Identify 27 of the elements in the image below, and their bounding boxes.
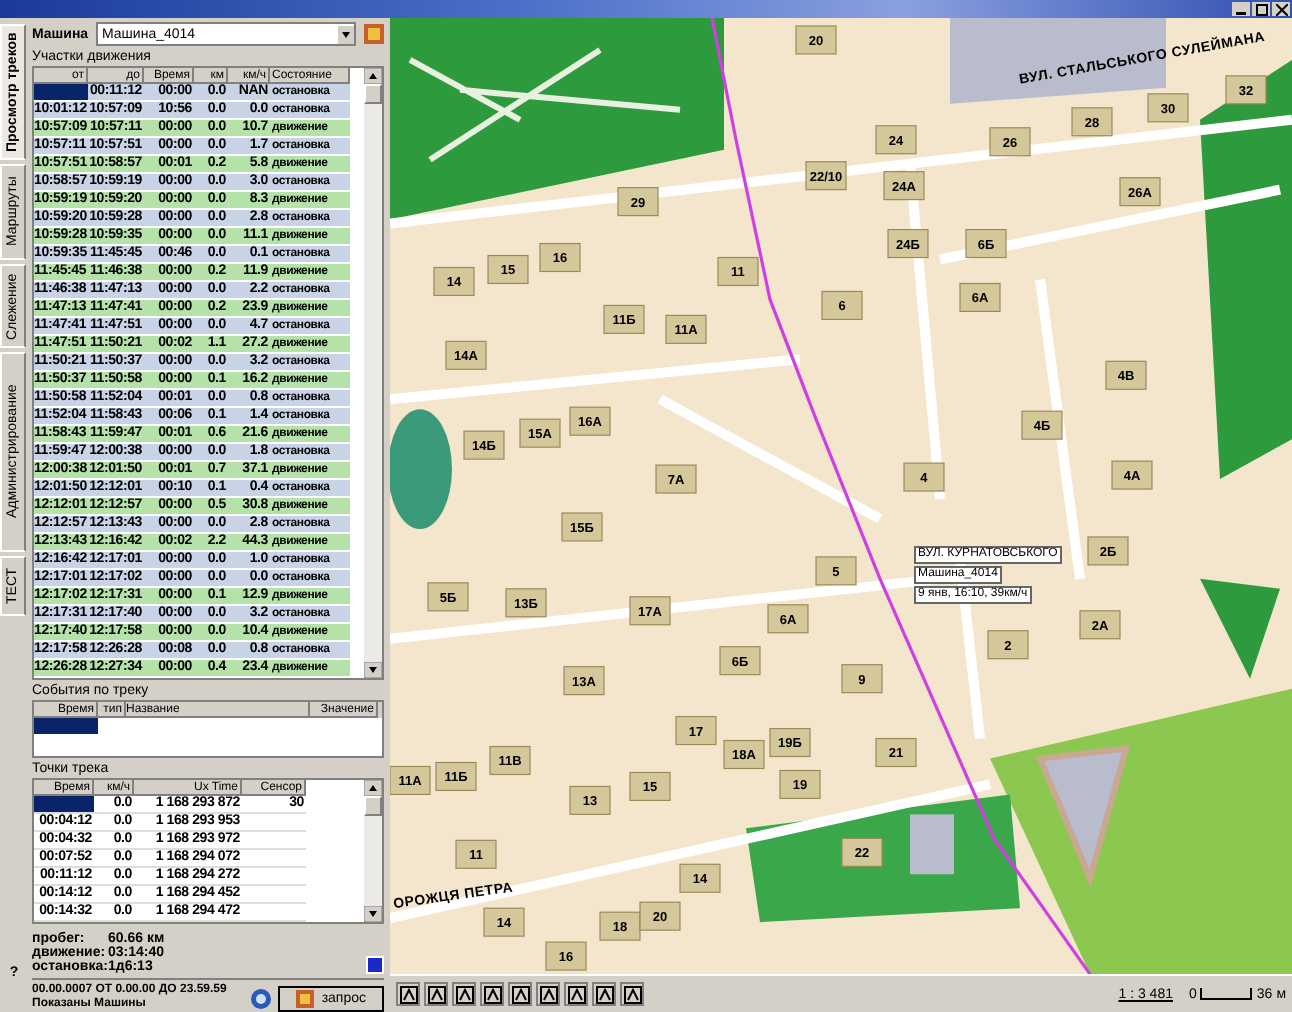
scroll-thumb[interactable]: [364, 796, 382, 816]
scale-bar-icon: [1200, 988, 1253, 1001]
query-icon: [295, 989, 314, 1007]
close-button[interactable]: [1272, 2, 1290, 16]
globe-icon[interactable]: [249, 987, 272, 1009]
scrollbar[interactable]: [364, 780, 382, 922]
map-tool-button[interactable]: [396, 982, 420, 1007]
map-tool-button[interactable]: [424, 982, 448, 1007]
map-tool-button[interactable]: [620, 982, 644, 1007]
map-tool-button[interactable]: [480, 982, 504, 1007]
map-tool-button[interactable]: [592, 982, 616, 1007]
maximize-button[interactable]: [1252, 2, 1270, 16]
scroll-up-icon[interactable]: [364, 68, 382, 84]
scroll-down-icon[interactable]: [364, 662, 382, 678]
minimize-button[interactable]: [1232, 2, 1250, 16]
scroll-up-icon[interactable]: [364, 780, 382, 796]
map-tool-button[interactable]: [536, 982, 560, 1007]
info-button[interactable]: [366, 956, 384, 974]
scroll-down-icon[interactable]: [364, 906, 382, 922]
scrollbar[interactable]: [364, 68, 382, 678]
map-tool-button[interactable]: [452, 982, 476, 1007]
maximize-icon: [1255, 3, 1267, 15]
map-tool-button[interactable]: [564, 982, 588, 1007]
close-icon: [1275, 3, 1287, 15]
dropdown-arrow-icon[interactable]: [338, 25, 354, 43]
scroll-thumb[interactable]: [364, 84, 382, 104]
map-tool-button[interactable]: [508, 982, 532, 1007]
